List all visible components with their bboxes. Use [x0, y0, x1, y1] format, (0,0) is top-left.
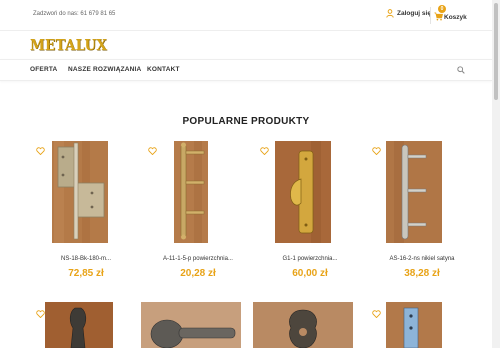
cart-count-badge: 0 [438, 5, 446, 13]
cart-label: Koszyk [444, 14, 467, 21]
main-nav: OFERTA NASZE ROZWIĄZANIA KONTAKT [0, 59, 492, 81]
nav-item-oferta[interactable]: OFERTA [30, 66, 57, 73]
product-image[interactable] [386, 302, 442, 348]
product-name[interactable]: AS-16-2-ns nikiel satyna [366, 256, 478, 262]
cart-icon [434, 12, 443, 21]
product-image[interactable] [275, 141, 331, 243]
product-image[interactable] [52, 141, 108, 243]
product-image[interactable] [141, 302, 241, 348]
heart-icon[interactable] [148, 147, 157, 155]
scrollbar-thumb[interactable] [494, 3, 498, 100]
product-name[interactable]: G1-1 powierzchnia... [254, 256, 366, 262]
nav-item-kontakt[interactable]: KONTAKT [147, 66, 180, 73]
nav-item-nasze-rozwiazania[interactable]: NASZE ROZWIĄZANIA [68, 66, 141, 73]
heart-icon[interactable] [372, 147, 381, 155]
product-price: 60,00 zł [292, 268, 328, 279]
user-icon [386, 9, 394, 18]
product-name[interactable]: A-11-1-5-p powierzchnia... [142, 256, 254, 262]
top-bar: Zadzwoń do nas: 61 679 81 65 Zaloguj się… [0, 0, 492, 31]
heart-icon[interactable] [36, 310, 45, 318]
phone-contact: Zadzwoń do nas: 61 679 81 65 [33, 11, 116, 17]
heart-icon[interactable] [372, 310, 381, 318]
heart-icon[interactable] [36, 147, 45, 155]
login-link[interactable]: Zaloguj się [386, 9, 431, 18]
product-price: 72,85 zł [68, 268, 104, 279]
section-title: POPULARNE PRODUKTY [182, 116, 310, 127]
search-icon[interactable] [457, 66, 465, 74]
page-scrollbar[interactable] [492, 0, 500, 348]
product-price: 38,28 zł [404, 268, 440, 279]
product-name[interactable]: NS-18-Bk-180-m... [30, 256, 142, 262]
product-image[interactable] [174, 141, 208, 243]
product-price: 20,28 zł [180, 268, 216, 279]
metalux-logo[interactable]: METALUX [30, 37, 107, 54]
product-image[interactable] [253, 302, 353, 348]
product-image[interactable] [386, 141, 442, 243]
login-label: Zaloguj się [397, 10, 431, 17]
topbar-divider [430, 7, 431, 24]
product-image[interactable] [45, 302, 113, 348]
heart-icon[interactable] [260, 147, 269, 155]
